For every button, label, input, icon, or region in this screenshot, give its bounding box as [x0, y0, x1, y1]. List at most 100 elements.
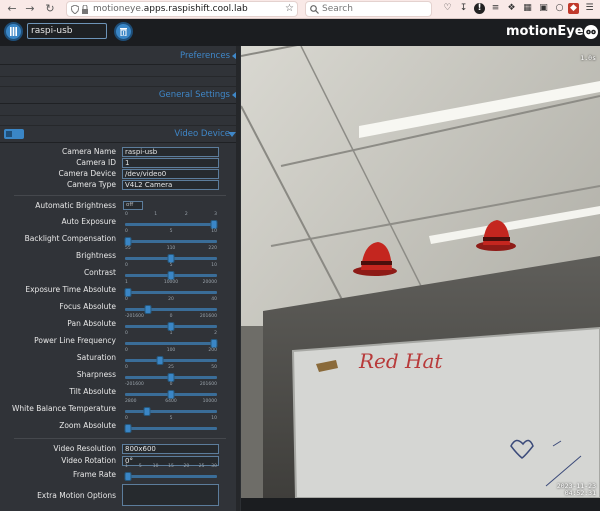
remove-camera-button[interactable] — [114, 22, 133, 41]
slider-handle[interactable] — [167, 254, 175, 263]
setting-slider[interactable]: 0 5 10 — [124, 229, 217, 246]
setting-slider[interactable]: -201600 0 201600 — [125, 382, 217, 399]
preferences-section-header[interactable]: Preferences — [0, 48, 240, 65]
slider-ticks: 0 1 2 — [125, 331, 217, 338]
slider-handle[interactable] — [210, 220, 218, 229]
slider-handle[interactable] — [210, 339, 218, 348]
camera-enable-toggle[interactable] — [4, 129, 24, 139]
slider-tick-label: 50 — [211, 365, 217, 370]
url-bar[interactable]: motioneye.apps.raspishift.cool.lab ☆ — [66, 1, 298, 17]
camera-id-field: 1 — [122, 158, 219, 168]
slider-tick-label: 2800 — [125, 399, 137, 404]
slider-label: Tilt Absolute — [69, 387, 116, 396]
slider-handle[interactable] — [124, 288, 132, 297]
extension-icon-e[interactable]: ○ — [554, 3, 565, 14]
camera-select[interactable]: raspi-usb — [27, 23, 107, 39]
setting-slider[interactable]: 0 100 200 — [125, 348, 217, 365]
setting-slider[interactable]: 55 110 220 — [125, 246, 217, 263]
slider-tick-label: 0 — [125, 229, 128, 234]
slider-ticks: 1 10000 20000 — [125, 280, 217, 287]
slider-tick-label: 0 — [125, 297, 128, 302]
video-resolution-select[interactable]: 800x600 — [122, 444, 219, 454]
slider-handle[interactable] — [167, 271, 175, 280]
slider-handle[interactable] — [167, 373, 175, 382]
slider-track[interactable] — [125, 410, 217, 413]
expand-arrow-icon — [228, 132, 236, 137]
slider-ticks: -201600 0 201600 — [125, 382, 217, 389]
slider-tick-label: 0 — [169, 314, 173, 319]
slider-handle[interactable] — [144, 305, 152, 314]
camera-name-label: Camera Name — [62, 147, 116, 156]
slider-tick-label: 20000 — [202, 280, 217, 285]
general-settings-section-header[interactable]: General Settings — [0, 87, 240, 104]
info-extension-icon[interactable]: ! — [474, 3, 485, 14]
video-device-section-header[interactable]: Video Device — [0, 126, 240, 143]
shield-icon[interactable] — [71, 5, 79, 14]
setting-slider[interactable]: 0 5 10 — [125, 263, 217, 280]
ublock-icon[interactable]: ◆ — [568, 3, 579, 14]
slider-tick-label: 15 — [168, 464, 174, 469]
whiteboard-text: Red Hat — [358, 349, 443, 373]
setting-slider[interactable]: 2800 6400 10000 — [125, 399, 217, 416]
camera-timestamp-time: 04:52:31 — [564, 489, 596, 497]
slider-track[interactable] — [125, 427, 217, 430]
slider-label: Power Line Frequency — [34, 336, 116, 345]
setting-slider[interactable]: 0 20 40 — [125, 297, 217, 314]
settings-toggle-button[interactable] — [4, 22, 23, 41]
extension-icon-d[interactable]: ▣ — [538, 3, 549, 14]
slider-track[interactable] — [125, 223, 217, 226]
separator — [0, 65, 240, 77]
slider-track[interactable] — [125, 291, 217, 294]
slider-track[interactable] — [125, 342, 217, 345]
slider-track[interactable] — [125, 475, 217, 478]
slider-handle[interactable] — [167, 390, 175, 399]
url-host: apps.raspishift.cool.lab — [143, 4, 248, 14]
slider-handle[interactable] — [124, 237, 132, 246]
setting-slider[interactable]: 0 1 2 3 — [125, 212, 218, 229]
pocket-icon[interactable]: ♡ — [442, 3, 453, 14]
lock-icon[interactable] — [81, 5, 89, 14]
back-icon[interactable]: ← — [5, 2, 19, 16]
extension-icon-a[interactable]: ≡ — [490, 3, 501, 14]
auto-brightness-label: Automatic Brightness — [35, 201, 116, 210]
extra-motion-options-textarea[interactable] — [122, 484, 219, 506]
separator — [0, 116, 240, 126]
setting-slider[interactable]: 0 5 10 — [124, 416, 217, 433]
extra-motion-options-label: Extra Motion Options — [37, 491, 116, 500]
setting-slider[interactable]: 0 1 2 — [125, 331, 218, 348]
slider-label: Sharpness — [76, 370, 116, 379]
camera-image: Red Hat — [241, 46, 600, 498]
slider-tick-label: 30 — [211, 464, 217, 469]
slider-handle[interactable] — [143, 407, 151, 416]
slider-handle[interactable] — [167, 322, 175, 331]
slider-ticks: -201600 0 201600 — [125, 314, 217, 321]
bookmark-star-icon[interactable]: ☆ — [285, 3, 294, 14]
slider-handle[interactable] — [156, 356, 163, 365]
extension-icon-b[interactable]: ❖ — [506, 3, 517, 14]
setting-slider[interactable]: -201600 0 201600 — [125, 314, 217, 331]
setting-slider[interactable]: 0 25 50 — [125, 365, 217, 382]
slider-tick-label: 10000 — [202, 399, 217, 404]
auto-brightness-toggle[interactable]: off — [123, 201, 143, 210]
settings-panel: Preferences General Settings Video Devic… — [0, 46, 240, 511]
setting-slider[interactable]: 1 5 10 15 20 25 30 — [124, 464, 217, 481]
slider-tick-label: 100 — [166, 348, 176, 353]
slider-track[interactable] — [125, 359, 217, 362]
reload-icon[interactable]: ↻ — [43, 2, 57, 16]
camera-name-input[interactable]: raspi-usb — [122, 147, 219, 157]
search-bar[interactable]: Search — [305, 1, 432, 17]
settings-scrollbar[interactable] — [236, 46, 240, 511]
menu-icon[interactable]: ☰ — [584, 3, 595, 14]
slider-tick-label: 0 — [125, 416, 128, 421]
slider-handle[interactable] — [124, 472, 132, 481]
slider-label: Exposure Time Absolute — [25, 285, 116, 294]
camera-frame[interactable]: Red Hat 1.0s 2023-11-23 04:52:31 — [241, 46, 600, 498]
extension-icon-c[interactable]: ▦ — [522, 3, 533, 14]
slider-track[interactable] — [125, 308, 217, 311]
slider-tick-label: 201600 — [199, 314, 217, 319]
download-icon[interactable]: ↧ — [458, 3, 469, 14]
slider-handle[interactable] — [124, 424, 132, 433]
setting-slider[interactable]: 1 10000 20000 — [124, 280, 217, 297]
forward-icon[interactable]: → — [23, 2, 37, 16]
slider-track[interactable] — [125, 240, 217, 243]
